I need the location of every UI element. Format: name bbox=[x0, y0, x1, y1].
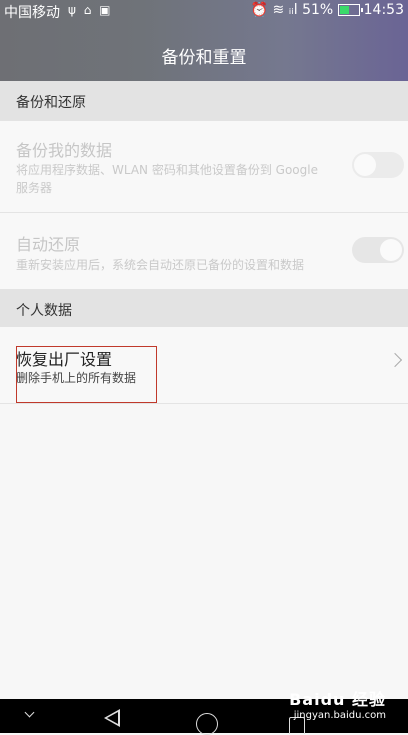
home-icon[interactable] bbox=[196, 713, 218, 735]
watermark-url: jingyan.baidu.com bbox=[293, 710, 386, 721]
alarm-wifi-signal-icons: ⏰ ≋ ᵢᵢl bbox=[250, 2, 298, 18]
page-title: 备份和重置 bbox=[161, 48, 247, 68]
battery-percent: 51% bbox=[302, 2, 334, 18]
app-header: 中国移动 ψ ⌂ ▣ ⏰ ≋ ᵢᵢl 51% 14:53 备份和重置 bbox=[0, 0, 408, 81]
auto-restore-item[interactable]: 自动还原 重新安装应用后，系统会自动还原已备份的设置和数据 bbox=[0, 213, 408, 290]
status-bar: 中国移动 ψ ⌂ ▣ ⏰ ≋ ᵢᵢl 51% 14:53 bbox=[0, 0, 408, 22]
carrier-label: 中国移动 bbox=[4, 5, 60, 21]
section-label: 个人数据 bbox=[16, 303, 72, 319]
clock: 14:53 bbox=[363, 2, 404, 18]
back-icon[interactable] bbox=[104, 709, 120, 727]
notification-icons: ψ ⌂ ▣ bbox=[68, 3, 113, 17]
navigation-bar: Baidu 经验 jingyan.baidu.com bbox=[0, 690, 408, 735]
item-title: 备份我的数据 bbox=[16, 141, 113, 160]
highlight-box bbox=[16, 346, 157, 403]
backup-toggle[interactable] bbox=[352, 152, 404, 178]
item-subtitle: 重新安装应用后，系统会自动还原已备份的设置和数据 bbox=[16, 258, 305, 272]
auto-restore-toggle[interactable] bbox=[352, 237, 404, 263]
section-header-personal: 个人数据 bbox=[0, 289, 408, 327]
section-label: 备份和还原 bbox=[16, 95, 86, 111]
chevron-down-icon[interactable] bbox=[24, 707, 35, 718]
item-title: 自动还原 bbox=[16, 235, 81, 254]
item-subtitle: 将应用程序数据、WLAN 密码和其他设置备份到 Google 服务器 bbox=[16, 163, 318, 195]
watermark-brand: Baidu 经验 bbox=[289, 690, 386, 709]
backup-my-data-item[interactable]: 备份我的数据 将应用程序数据、WLAN 密码和其他设置备份到 Google 服务… bbox=[0, 121, 408, 213]
watermark: Baidu 经验 jingyan.baidu.com bbox=[289, 686, 386, 721]
battery-icon bbox=[337, 4, 363, 16]
status-right: ⏰ ≋ ᵢᵢl 51% 14:53 bbox=[251, 2, 404, 18]
section-header-backup: 备份和还原 bbox=[0, 81, 408, 121]
